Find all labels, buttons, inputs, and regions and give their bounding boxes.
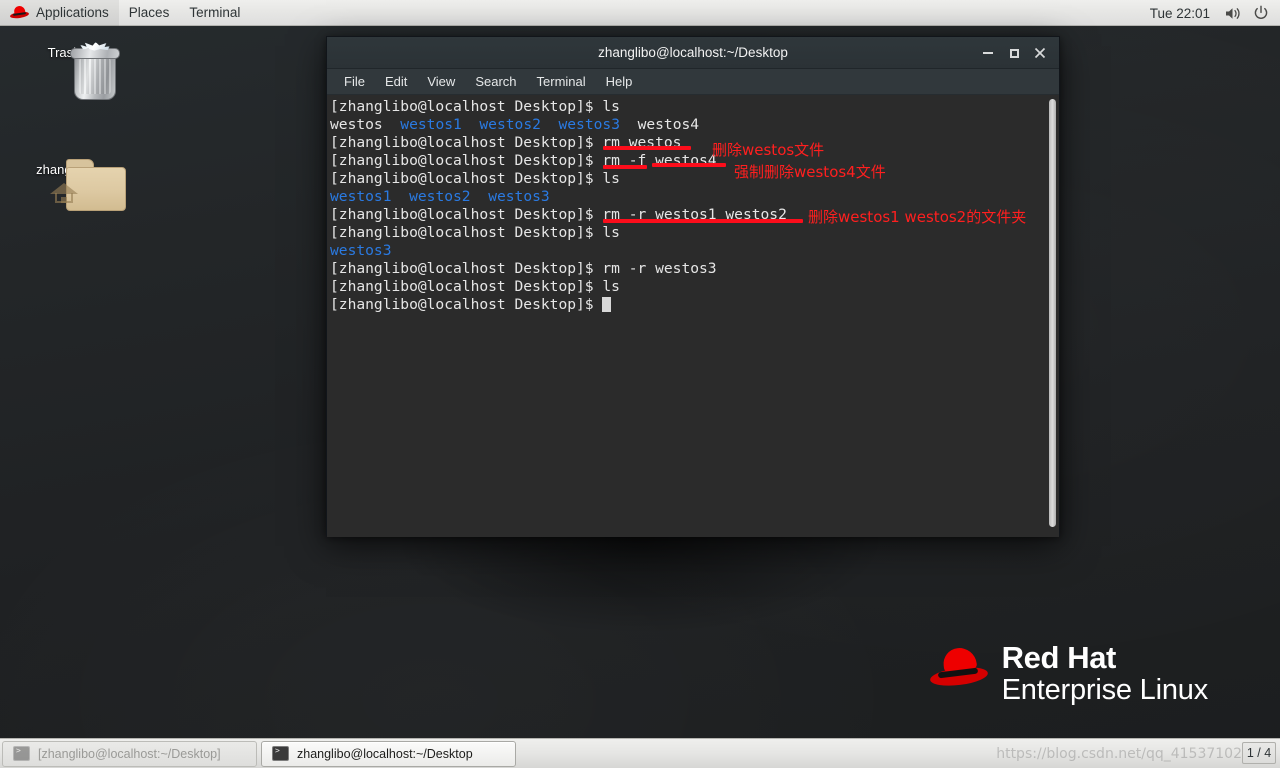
terminal-prompt-line: [zhanglibo@localhost Desktop]$	[330, 296, 787, 314]
terminal-icon	[272, 746, 289, 761]
terminal-prompt-line: [zhanglibo@localhost Desktop]$ rm -r wes…	[330, 260, 717, 277]
minimize-icon[interactable]	[975, 40, 1001, 66]
desktop-icon-trash[interactable]: Trash	[9, 40, 120, 100]
terminal-icon	[13, 746, 30, 761]
terminal-titlebar[interactable]: zhanglibo@localhost:~/Desktop	[327, 37, 1059, 69]
taskbar-item-2-label: zhanglibo@localhost:~/Desktop	[297, 746, 473, 761]
places-menu[interactable]: Places	[119, 0, 180, 26]
desktop-icon-zhanglibo[interactable]: zhanglibo	[9, 157, 126, 211]
taskbar-item-1-label: [zhanglibo@localhost:~/Desktop]	[38, 746, 221, 761]
workspace-switcher[interactable]: 1 / 4	[1242, 742, 1276, 764]
menu-view[interactable]: View	[418, 72, 464, 91]
terminal-title: zhanglibo@localhost:~/Desktop	[598, 45, 788, 60]
places-menu-label: Places	[128, 5, 170, 20]
terminal-prompt-line: [zhanglibo@localhost Desktop]$ ls	[330, 278, 620, 295]
terminal-cursor	[602, 297, 612, 312]
window-buttons	[975, 37, 1053, 69]
terminal-scrollbar[interactable]	[1048, 99, 1057, 533]
applications-menu[interactable]: Applications	[0, 0, 119, 26]
terminal-prompt-line: [zhanglibo@localhost Desktop]$ ls	[330, 224, 620, 241]
terminal-output-line: westos1 westos2 westos3	[330, 188, 550, 205]
terminal-scrollbar-thumb[interactable]	[1049, 99, 1056, 527]
terminal-output: [zhanglibo@localhost Desktop]$ ls westos …	[330, 98, 787, 314]
annotation-underline-3	[603, 219, 803, 223]
watermark: https://blog.csdn.net/qq_41537102	[996, 746, 1242, 762]
taskbar-item-1[interactable]: [zhanglibo@localhost:~/Desktop]	[2, 740, 257, 767]
top-panel-tray: Tue 22:01	[1142, 0, 1274, 26]
applications-menu-label: Applications	[36, 5, 109, 20]
terminal-prompt-line: [zhanglibo@localhost Desktop]$ ls	[330, 98, 620, 115]
terminal-window: zhanglibo@localhost:~/Desktop File Edit …	[326, 36, 1060, 537]
power-icon[interactable]	[1248, 0, 1274, 26]
terminal-output-line: westos westos1 westos2 westos3 westos4	[330, 116, 700, 133]
maximize-icon[interactable]	[1001, 40, 1027, 66]
desktop-screen: Applications Places Terminal Tue 22:01 T…	[0, 0, 1280, 768]
menu-terminal[interactable]: Terminal	[528, 72, 595, 91]
menu-help[interactable]: Help	[597, 72, 642, 91]
menu-edit[interactable]: Edit	[376, 72, 416, 91]
close-icon[interactable]	[1027, 40, 1053, 66]
taskbar-item-2[interactable]: zhanglibo@localhost:~/Desktop	[261, 740, 516, 767]
annotation-text-2: 强制删除westos4文件	[734, 163, 886, 181]
bottom-panel: [zhanglibo@localhost:~/Desktop] zhanglib…	[0, 738, 1280, 768]
terminal-prompt-line: [zhanglibo@localhost Desktop]$ ls	[330, 170, 620, 187]
red-hat-fedora-logo	[928, 646, 989, 689]
menu-search[interactable]: Search	[466, 72, 525, 91]
terminal-content[interactable]: [zhanglibo@localhost Desktop]$ ls westos …	[327, 95, 1059, 537]
red-hat-branding: Red Hat Enterprise Linux	[928, 640, 1209, 706]
terminal-menubar: File Edit View Search Terminal Help	[327, 69, 1059, 95]
annotation-underline-2b	[652, 163, 726, 167]
terminal-output-line: westos3	[330, 242, 392, 259]
clock[interactable]: Tue 22:01	[1142, 6, 1218, 21]
red-hat-fedora-icon	[9, 5, 30, 20]
terminal-menu[interactable]: Terminal	[179, 0, 250, 26]
annotation-underline-1	[603, 146, 691, 150]
terminal-menu-label: Terminal	[189, 5, 241, 20]
annotation-underline-2a	[603, 165, 647, 169]
brand-line-2: Enterprise Linux	[1001, 673, 1209, 706]
annotation-text-1: 删除westos文件	[712, 141, 825, 159]
menu-file[interactable]: File	[335, 72, 374, 91]
annotation-text-3: 删除westos1 westos2的文件夹	[808, 208, 1027, 226]
top-panel: Applications Places Terminal Tue 22:01	[0, 0, 1280, 26]
volume-icon[interactable]	[1220, 0, 1246, 26]
brand-line-1: Red Hat	[1001, 640, 1117, 675]
